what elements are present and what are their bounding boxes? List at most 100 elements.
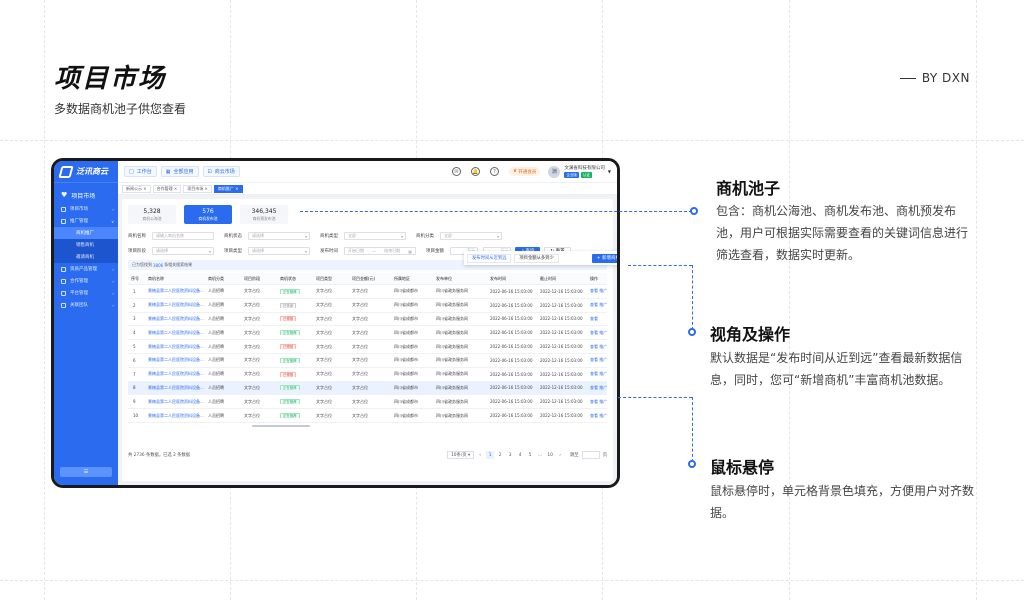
row-actions[interactable]: 查看 推广	[590, 357, 616, 363]
column-header[interactable]: 发布单位	[436, 276, 490, 282]
brand-logo[interactable]: 泛讯商云	[54, 161, 118, 183]
column-header[interactable]: 所属地区	[394, 276, 436, 282]
opportunity-name-input[interactable]: 请输入商机名称	[152, 232, 214, 240]
filter-select[interactable]: 全部 ▾	[440, 232, 502, 240]
row-actions[interactable]: 查看 推广	[590, 371, 616, 377]
opportunity-name-link[interactable]: 景楠县第二人民医院资料设备...	[148, 357, 208, 363]
page-button[interactable]: 2	[496, 451, 504, 459]
opportunity-name-link[interactable]: 景楠县第二人民医院资料设备...	[148, 344, 208, 350]
opportunity-name-link[interactable]: 景楠县第二人民医院资料设备...	[148, 399, 208, 405]
page-button[interactable]: 4	[516, 451, 524, 459]
user-menu[interactable]: 渊 文渊省科技有限公司 企业版 认证 ▼	[548, 165, 611, 178]
sort-by-time-button[interactable]: 发布时间从近到远	[467, 253, 512, 263]
table-cell: 文字占位	[244, 371, 260, 377]
column-header[interactable]: 序号	[128, 276, 148, 282]
column-header[interactable]: 项目类型	[316, 276, 352, 282]
page-size-select[interactable]: 10条/页 ▾	[447, 451, 475, 459]
next-page-button[interactable]: ›	[556, 451, 564, 459]
column-header[interactable]: 项目金额(元)	[352, 276, 394, 282]
vip-button[interactable]: ♛ 开通会员	[508, 167, 541, 176]
column-header[interactable]: 发布时间	[490, 276, 540, 282]
sidebar-item[interactable]: 项目市场 ›	[54, 203, 118, 215]
row-actions[interactable]: 查看 推广	[590, 413, 616, 419]
filter-select[interactable]: 请选择 ▾	[248, 247, 310, 255]
sidebar-item[interactable]: 商机推广	[54, 227, 118, 239]
horizontal-scrollbar[interactable]	[252, 424, 310, 427]
filter-select[interactable]: 请选择 ▾	[248, 232, 310, 240]
pool-card[interactable]: 5,328 商机公海池	[128, 205, 176, 224]
sort-by-amount-button[interactable]: 项目金额从多到少	[514, 253, 559, 263]
sidebar-item[interactable]: 平台管理 ›	[54, 287, 118, 299]
filter-select[interactable]: 请选择 ▾	[152, 247, 214, 255]
tab-item[interactable]: 合作管理 ×	[152, 184, 182, 193]
opportunity-name-link[interactable]: 景楠县第二人民医院资料设备...	[148, 302, 208, 308]
goto-input[interactable]	[581, 451, 600, 459]
table-cell: 文字占位	[244, 398, 260, 404]
page-button[interactable]: 10	[546, 451, 554, 459]
table-row[interactable]: 6 景楠县第二人民医院资料设备... 人员招聘 文字占位 正在推荐 文字占位 文字占位 四川省…	[128, 354, 607, 368]
all-apps-button[interactable]: ▦ 全部应用	[160, 166, 199, 177]
page-button[interactable]: 1	[486, 451, 495, 459]
row-actions[interactable]: 查看 推广	[590, 399, 616, 405]
sidebar-item[interactable]: 推广管理 ∨	[54, 215, 118, 227]
page-button[interactable]: 5	[526, 451, 534, 459]
column-header[interactable]: 项目阶段	[244, 276, 280, 282]
table-cell: 2022-12-16 15:03:00	[540, 302, 583, 308]
page-unit: 页	[602, 453, 607, 458]
column-header[interactable]: 操作	[590, 276, 616, 282]
table-row[interactable]: 2 景楠县第二人民医院资料设备... 人员招聘 文字占位 已关闭 文字占位 文字占位 四川省成…	[128, 299, 607, 313]
opportunity-name-link[interactable]: 景楠县第二人民医院资料设备...	[148, 316, 208, 322]
workbench-button[interactable]: □ 工作台	[124, 166, 157, 177]
annotation-text: 默认数据是“发布时间从近到远”查看最新数据信息，同时，您可“新增商机”丰富商机池…	[710, 351, 963, 387]
sidebar-item[interactable]: 邀请商机	[54, 251, 118, 263]
status-cell: 正在推荐	[280, 399, 316, 405]
sidebar-item[interactable]: 关联团队 ›	[54, 299, 118, 311]
tab-item[interactable]: 项目市场 ×	[183, 184, 212, 193]
monitor-icon	[61, 218, 66, 224]
column-header[interactable]: 商机名称	[148, 276, 208, 282]
table-row[interactable]: 1 景楠县第二人民医院资料设备... 人员招聘 文字占位 正在推荐 文字占位 文字占位 四川省…	[128, 285, 607, 299]
tab-item[interactable]: 商机推广 ×	[213, 184, 243, 193]
sidebar-item[interactable]: 合作管理 ›	[54, 275, 118, 287]
row-actions[interactable]: 查看	[590, 316, 616, 322]
message-icon[interactable]: ✉	[451, 167, 461, 176]
page-button[interactable]: 3	[506, 451, 514, 459]
row-actions[interactable]: 查看 推广	[590, 385, 616, 391]
market-button[interactable]: ⊡ 商云市场	[202, 166, 240, 177]
sidebar-item[interactable]: 资质产品管理 ›	[54, 263, 118, 275]
opportunity-name-link[interactable]: 景楠县第二人民医院资料设备...	[148, 330, 208, 336]
row-actions[interactable]: 查看 推广	[590, 302, 616, 308]
table-row[interactable]: 4 景楠县第二人民医院资料设备... 人员招聘 文字占位 正在推荐 文字占位 文字占位 四川省…	[128, 326, 607, 341]
row-actions[interactable]: 查看 推广	[590, 330, 616, 336]
calendar-icon: ▦	[408, 248, 412, 254]
opportunity-name-link[interactable]: 景楠县第二人民医院资料设备...	[148, 385, 208, 391]
opportunity-name-link[interactable]: 景楠县第二人民医院资料设备...	[148, 288, 208, 294]
collapse-button[interactable]: ☰	[60, 467, 112, 477]
column-header[interactable]: 商机状态	[280, 276, 316, 282]
pool-count: 5,328	[143, 207, 161, 215]
table-row[interactable]: 10 景楠县第二人民医院资料设备... 人员招聘 文字占位 正在推荐 文字占位 文字占位 四川…	[128, 409, 607, 423]
add-opportunity-button[interactable]: + 新增商机	[591, 253, 617, 263]
filter-placeholder: 请选择	[252, 248, 264, 253]
column-header[interactable]: 截止时间	[540, 276, 590, 282]
opportunity-name-link[interactable]: 景楠县第二人民医院资料设备...	[148, 413, 208, 419]
opportunity-name-link[interactable]: 景楠县第二人民医院资料设备...	[148, 371, 208, 377]
table-row[interactable]: 9 景楠县第二人民医院资料设备... 人员招聘 文字占位 正在推荐 文字占位 文字占位 四川省…	[128, 395, 607, 410]
sidebar-item[interactable]: 销售商机	[54, 239, 118, 251]
filter-select[interactable]: 全部 ▾	[344, 232, 406, 240]
pool-card[interactable]: 346,345 商机预发布池	[240, 205, 288, 224]
row-actions[interactable]: 查看 推广	[590, 344, 616, 350]
bell-icon[interactable]: 🔔	[470, 167, 480, 176]
table-row[interactable]: 3 景楠县第二人民医院资料设备... 人员招聘 文字占位 已预推 文字占位 文字占位 四川省成…	[128, 313, 607, 327]
pool-card[interactable]: 576 商机发布池	[184, 205, 232, 224]
column-header[interactable]: 商机分类	[208, 276, 244, 282]
table-row[interactable]: 5 景楠县第二人民医院资料设备... 人员招聘 文字占位 已预推 文字占位 文字占位 四川省成…	[128, 340, 607, 354]
prev-page-button[interactable]: ‹	[476, 451, 484, 459]
page-button[interactable]: ...	[536, 451, 544, 459]
date-range-input[interactable]: 开始日期 — 结束日期 ▦	[344, 247, 416, 255]
table-row[interactable]: 8 景楠县第二人民医院资料设备... 人员招聘 文字占位 正在推荐 文字占位 文字占位 四川省…	[128, 381, 607, 396]
help-icon[interactable]: ?	[489, 167, 499, 176]
row-actions[interactable]: 查看 推广	[590, 288, 616, 294]
tab-item[interactable]: 新闻公示 ×	[122, 184, 151, 193]
table-row[interactable]: 7 景楠县第二人民医院资料设备... 人员招聘 文字占位 已预推 文字占位 文字占位 四川省成…	[128, 368, 607, 382]
